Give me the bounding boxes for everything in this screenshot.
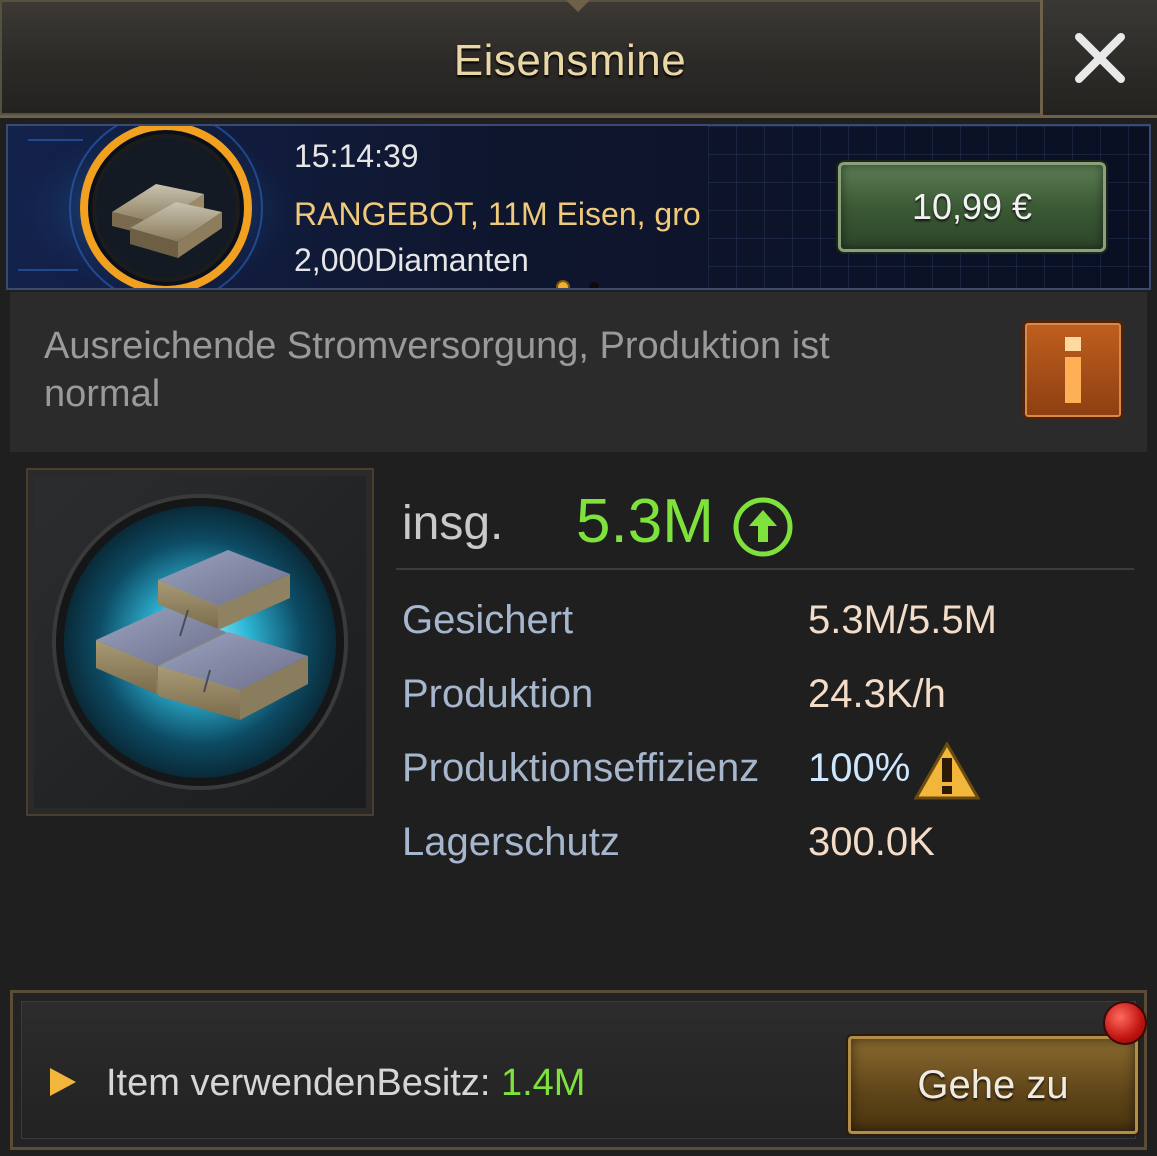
item-owned-label: Item verwendenBesitz:: [106, 1062, 501, 1104]
play-icon: [50, 1068, 76, 1096]
stat-label-efficiency: Produktionseffizienz: [402, 746, 760, 790]
upgrade-arrow-icon[interactable]: [732, 496, 794, 558]
goto-button[interactable]: Gehe zu: [848, 1036, 1138, 1134]
stat-value-production: 24.3K/h: [808, 672, 946, 716]
stat-label-production: Produktion: [402, 672, 594, 716]
power-status-panel: Ausreichende Stromversorgung, Produktion…: [10, 292, 1147, 452]
iron-ingot-icon: [52, 494, 348, 790]
stat-value-efficiency: 100%: [808, 746, 911, 790]
total-value: 5.3M: [576, 487, 714, 556]
pager-dot[interactable]: [589, 282, 599, 288]
total-label: insg.: [402, 497, 504, 550]
header-bar: Eisensmine: [0, 0, 1157, 118]
page-title: Eisensmine: [453, 36, 687, 85]
info-button[interactable]: [1022, 320, 1124, 420]
warning-icon[interactable]: [914, 742, 980, 800]
offer-banner[interactable]: 15:14:39 RANGEBOT, 11M Eisen, gro 2,000D…: [6, 124, 1151, 290]
offer-diamonds: 2,000Diamanten: [294, 242, 529, 278]
stat-value-secured: 5.3M/5.5M: [808, 598, 997, 642]
power-status-text: Ausreichende Stromversorgung, Produktion…: [44, 325, 830, 415]
resource-detail: insg. 5.3M Gesichert 5.3M/5.5M Produktio…: [10, 452, 1147, 982]
offer-description: RANGEBOT, 11M Eisen, gro: [294, 196, 701, 232]
item-usage-inner: Item verwendenBesitz: 1.4M Gehe zu: [21, 1001, 1138, 1139]
banner-iron-offer-icon: [8, 126, 308, 288]
item-owned-value: 1.4M: [500, 1062, 586, 1104]
item-usage-bar: Item verwendenBesitz: 1.4M Gehe zu: [10, 990, 1147, 1150]
stat-label-secured: Gesichert: [402, 598, 574, 642]
divider: [396, 568, 1134, 570]
pager-dot-active[interactable]: [556, 280, 570, 288]
offer-countdown: 15:14:39: [294, 138, 419, 174]
close-button[interactable]: [1040, 0, 1157, 115]
item-owned-text: Item verwendenBesitz: 1.4M: [106, 1062, 585, 1105]
info-icon: [1065, 337, 1081, 403]
stat-label-storage-protection: Lagerschutz: [402, 820, 620, 864]
resource-icon-frame: [26, 468, 374, 816]
buy-offer-button[interactable]: 10,99 €: [838, 162, 1106, 252]
stat-value-storage-protection: 300.0K: [808, 820, 935, 864]
notification-dot: [1103, 1001, 1147, 1045]
close-icon: [1075, 32, 1125, 83]
